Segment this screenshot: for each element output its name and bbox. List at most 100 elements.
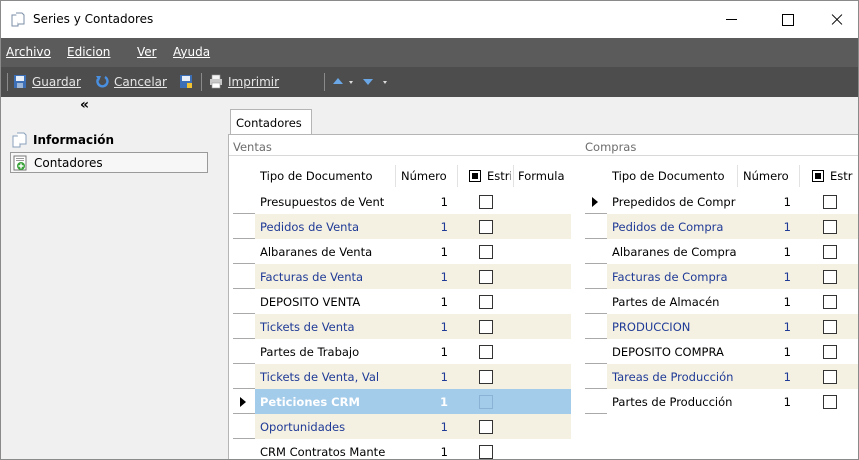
strict-checkbox[interactable] xyxy=(479,270,493,284)
table-row[interactable]: DEPOSITO VENTA 1 xyxy=(233,289,571,314)
row-selector[interactable] xyxy=(233,314,255,339)
table-row[interactable]: Tickets de Venta 1 xyxy=(233,314,571,339)
select-all-checkbox[interactable] xyxy=(812,170,824,182)
table-row[interactable]: Presupuestos de Vent 1 xyxy=(233,189,571,214)
document-type-cell[interactable]: Facturas de Venta xyxy=(260,270,392,284)
document-type-cell[interactable]: DEPOSITO VENTA xyxy=(260,295,392,309)
table-row[interactable]: Partes de Almacén 1 xyxy=(585,289,858,314)
number-cell[interactable]: 1 xyxy=(771,295,791,309)
strict-checkbox[interactable] xyxy=(823,220,837,234)
document-type-cell[interactable]: Presupuestos de Vent xyxy=(260,195,392,209)
navigate-up-dropdown-icon[interactable] xyxy=(331,74,357,89)
column-header-estricto[interactable]: Estri xyxy=(487,169,511,183)
table-row[interactable]: Peticiones CRM 1 xyxy=(233,389,571,414)
document-type-cell[interactable]: Pedidos de Venta xyxy=(260,220,392,234)
row-selector[interactable] xyxy=(233,414,255,439)
number-cell[interactable]: 1 xyxy=(771,320,791,334)
document-type-cell[interactable]: Prepedidos de Compr xyxy=(612,195,736,209)
strict-checkbox[interactable] xyxy=(823,270,837,284)
row-selector[interactable] xyxy=(585,264,607,289)
save-close-icon[interactable] xyxy=(179,74,193,89)
menu-archivo[interactable]: Archivo xyxy=(6,45,51,59)
undo-icon[interactable] xyxy=(95,74,109,89)
number-cell[interactable]: 1 xyxy=(771,220,791,234)
strict-checkbox[interactable] xyxy=(479,345,493,359)
row-selector[interactable] xyxy=(585,289,607,314)
document-type-cell[interactable]: Tickets de Venta xyxy=(260,320,392,334)
row-selector[interactable] xyxy=(233,389,255,414)
strict-checkbox[interactable] xyxy=(479,295,493,309)
column-header-tipo[interactable]: Tipo de Documento xyxy=(612,169,725,183)
strict-checkbox[interactable] xyxy=(823,320,837,334)
document-type-cell[interactable]: Partes de Trabajo xyxy=(260,345,392,359)
document-type-cell[interactable]: DEPOSITO COMPRA xyxy=(612,345,736,359)
number-cell[interactable]: 1 xyxy=(428,420,448,434)
row-selector[interactable] xyxy=(585,339,607,364)
select-all-checkbox[interactable] xyxy=(469,170,481,182)
row-selector[interactable] xyxy=(233,214,255,239)
menu-ver[interactable]: Ver xyxy=(137,45,157,59)
row-selector[interactable] xyxy=(585,364,607,389)
table-row[interactable]: Partes de Trabajo 1 xyxy=(233,339,571,364)
document-type-cell[interactable]: Peticiones CRM xyxy=(260,395,392,409)
row-selector[interactable] xyxy=(233,439,255,459)
strict-checkbox[interactable] xyxy=(479,245,493,259)
number-cell[interactable]: 1 xyxy=(428,395,448,409)
number-cell[interactable]: 1 xyxy=(428,270,448,284)
strict-checkbox[interactable] xyxy=(823,345,837,359)
number-cell[interactable]: 1 xyxy=(428,445,448,459)
row-selector[interactable] xyxy=(585,389,607,414)
row-selector[interactable] xyxy=(233,289,255,314)
number-cell[interactable]: 1 xyxy=(771,345,791,359)
minimize-button[interactable] xyxy=(713,5,759,33)
table-row[interactable]: Albaranes de Compra 1 xyxy=(585,239,858,264)
collapse-pane-button[interactable]: « xyxy=(80,97,89,113)
row-selector[interactable] xyxy=(233,264,255,289)
document-type-cell[interactable]: Pedidos de Compra xyxy=(612,220,736,234)
strict-checkbox[interactable] xyxy=(479,320,493,334)
document-type-cell[interactable]: Albaranes de Compra xyxy=(612,245,736,259)
table-row[interactable]: Tickets de Venta, Val 1 xyxy=(233,364,571,389)
strict-checkbox[interactable] xyxy=(479,195,493,209)
maximize-button[interactable] xyxy=(768,5,814,33)
table-row[interactable]: Pedidos de Compra 1 xyxy=(585,214,858,239)
document-type-cell[interactable]: Partes de Producción xyxy=(612,395,736,409)
row-selector[interactable] xyxy=(585,314,607,339)
column-header-formula[interactable]: Formula xyxy=(518,169,571,183)
document-type-cell[interactable]: Partes de Almacén xyxy=(612,295,736,309)
strict-checkbox[interactable] xyxy=(823,245,837,259)
number-cell[interactable]: 1 xyxy=(428,245,448,259)
table-row[interactable]: Facturas de Compra 1 xyxy=(585,264,858,289)
strict-checkbox[interactable] xyxy=(479,370,493,384)
number-cell[interactable]: 1 xyxy=(428,320,448,334)
table-row[interactable]: Facturas de Venta 1 xyxy=(233,264,571,289)
table-row[interactable]: Oportunidades 1 xyxy=(233,414,571,439)
tab-contadores[interactable]: Contadores xyxy=(230,109,312,134)
row-selector[interactable] xyxy=(233,239,255,264)
row-selector[interactable] xyxy=(585,239,607,264)
row-selector[interactable] xyxy=(585,214,607,239)
column-header-numero[interactable]: Número xyxy=(743,169,789,183)
table-row[interactable]: Pedidos de Venta 1 xyxy=(233,214,571,239)
strict-checkbox[interactable] xyxy=(479,395,493,409)
column-header-numero[interactable]: Número xyxy=(401,169,447,183)
strict-checkbox[interactable] xyxy=(823,195,837,209)
save-button[interactable]: Guardar xyxy=(32,75,81,89)
nav-item-informacion[interactable]: Información xyxy=(10,130,208,151)
table-row[interactable]: CRM Contratos Mante 1 xyxy=(233,439,571,459)
number-cell[interactable]: 1 xyxy=(771,245,791,259)
row-selector[interactable] xyxy=(233,339,255,364)
document-type-cell[interactable]: Tareas de Producción xyxy=(612,370,736,384)
nav-item-contadores[interactable]: Contadores xyxy=(10,152,208,173)
close-button[interactable] xyxy=(816,5,858,33)
strict-checkbox[interactable] xyxy=(479,220,493,234)
menu-edicion[interactable]: Edicion xyxy=(67,45,110,59)
strict-checkbox[interactable] xyxy=(823,395,837,409)
number-cell[interactable]: 1 xyxy=(428,370,448,384)
menu-ayuda[interactable]: Ayuda xyxy=(173,45,210,59)
save-icon[interactable] xyxy=(13,74,27,89)
number-cell[interactable]: 1 xyxy=(428,195,448,209)
strict-checkbox[interactable] xyxy=(479,420,493,434)
row-selector[interactable] xyxy=(233,364,255,389)
table-row[interactable]: Tareas de Producción 1 xyxy=(585,364,858,389)
